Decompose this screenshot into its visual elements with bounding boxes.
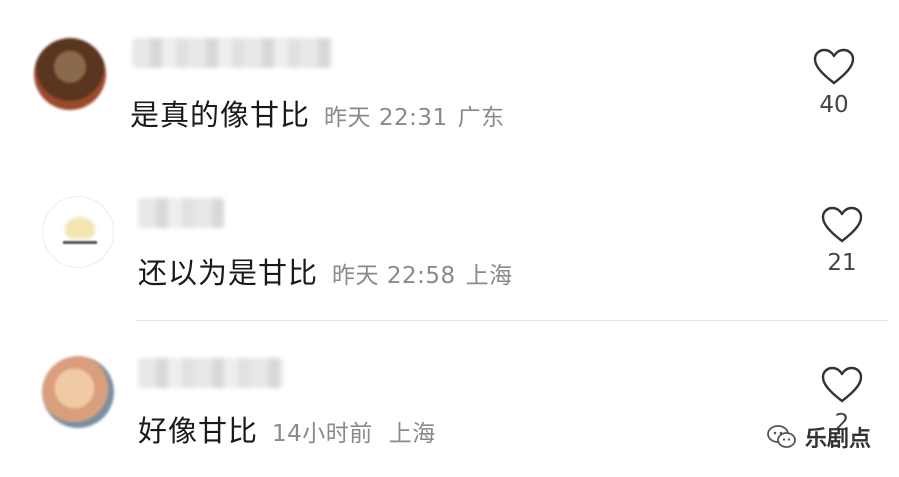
comment-meta: 昨天 22:58 上海	[332, 256, 513, 290]
comment-text: 是真的像甘比	[130, 98, 311, 132]
divider	[136, 320, 888, 321]
watermark: 乐剧点	[767, 421, 871, 453]
comment-location: 上海	[465, 263, 513, 289]
heart-icon	[821, 206, 863, 243]
like-count: 40	[819, 92, 849, 118]
comment-time: 14小时前	[272, 421, 373, 447]
like-count: 21	[827, 250, 857, 276]
wechat-icon	[767, 425, 796, 448]
comment-time: 昨天 22:31	[324, 105, 448, 131]
comment-location: 上海	[388, 421, 436, 447]
comment-text: 还以为是甘比	[138, 256, 319, 290]
avatar-sun-icon	[65, 217, 95, 239]
username-blurred[interactable]	[132, 38, 332, 68]
username-blurred[interactable]	[138, 358, 284, 388]
comment-time: 昨天 22:58	[332, 263, 456, 289]
comment-location: 广东	[457, 105, 505, 131]
like-button[interactable]: 21	[814, 206, 870, 276]
heart-icon	[813, 48, 855, 85]
comment-meta: 14小时前 上海	[272, 414, 436, 448]
comment-meta: 昨天 22:31 广东	[324, 98, 505, 132]
avatar[interactable]	[34, 38, 106, 110]
username-blurred[interactable]	[138, 198, 224, 228]
avatar[interactable]	[42, 356, 114, 428]
heart-icon	[821, 366, 863, 403]
like-button[interactable]: 40	[806, 48, 862, 118]
comment-text: 好像甘比	[138, 414, 259, 448]
watermark-label: 乐剧点	[804, 427, 871, 452]
avatar[interactable]	[42, 196, 114, 268]
